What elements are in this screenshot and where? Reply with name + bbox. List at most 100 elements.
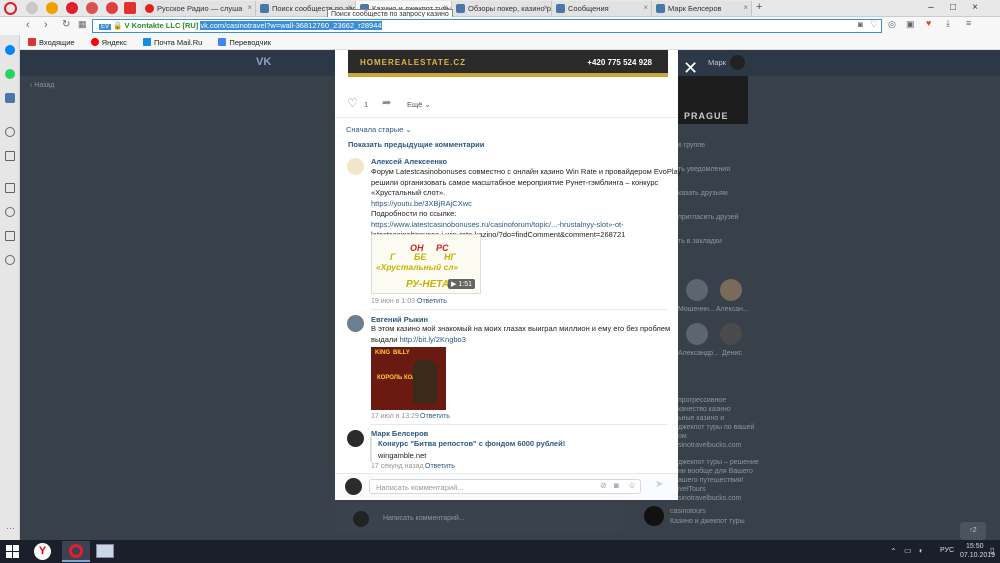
friend-name[interactable]: Мошеннн...: [678, 306, 715, 313]
comment-avatar[interactable]: [347, 158, 364, 175]
attach-icon[interactable]: ⊘: [600, 481, 607, 490]
tab-russkoe-radio[interactable]: Русское Радио — слуша ×: [141, 1, 256, 16]
opera-menu-icon[interactable]: [4, 2, 17, 15]
image-viewer-icon[interactable]: [96, 544, 114, 558]
shared-link-title[interactable]: Конкурс "Битва репостов" с фондом 6000 р…: [378, 439, 565, 448]
gift-icon[interactable]: ▣: [906, 19, 915, 30]
tab-close-icon[interactable]: ×: [247, 3, 252, 12]
bookmark-mailru[interactable]: Почта Mail.Ru: [142, 38, 202, 47]
friend-avatar[interactable]: [686, 323, 708, 345]
pinned-tab-icon[interactable]: [106, 2, 118, 14]
send-comment-icon[interactable]: ➤: [655, 479, 663, 490]
notifications-icon[interactable]: ▯: [990, 546, 994, 555]
group-menu-item[interactable]: в группе: [678, 134, 739, 158]
group-menu-item[interactable]: ть уведомления: [678, 158, 739, 182]
download-icon[interactable]: ⤓: [946, 18, 950, 29]
group-menu-item[interactable]: казать друзьям: [678, 182, 739, 206]
friend-avatar[interactable]: [720, 279, 742, 301]
bookmark-heart-icon[interactable]: ♡: [870, 19, 878, 30]
news-icon[interactable]: [5, 231, 15, 241]
close-modal-icon[interactable]: ✕: [683, 58, 698, 79]
bookmark-inbox[interactable]: Входящие: [28, 38, 75, 47]
group-menu-item[interactable]: пригласить друзей: [678, 206, 739, 230]
windows-start-icon[interactable]: [6, 545, 20, 558]
heart-outline-icon[interactable]: [5, 207, 15, 217]
vk-logo-icon[interactable]: VK: [256, 56, 271, 68]
comment-date[interactable]: 17 секунд назад: [371, 463, 424, 470]
scroll-up-button[interactable]: ↑2: [960, 522, 986, 540]
reply-button[interactable]: Ответить: [420, 413, 450, 420]
volume-icon[interactable]: ◖: [918, 546, 923, 555]
comment-avatar[interactable]: [347, 430, 364, 447]
group-menu-item[interactable]: ть в закладки: [678, 230, 739, 254]
video-attachment[interactable]: ОН РС Г БЕ НГ «Хрустальный сл» РУ-НЕТА ▶…: [371, 234, 481, 294]
comment-avatar[interactable]: [347, 315, 364, 332]
tab-mark-belserov[interactable]: Марк Белсеров ×: [652, 1, 752, 16]
tab-messages[interactable]: Сообщения ×: [552, 1, 652, 16]
like-icon[interactable]: ♡: [347, 96, 358, 110]
group-avatar[interactable]: [644, 506, 664, 526]
friend-avatar[interactable]: [720, 323, 742, 345]
bookmark-yandex[interactable]: Яндекс: [90, 38, 127, 47]
reload-icon[interactable]: ↻: [62, 19, 70, 30]
pinned-tab-icon[interactable]: [124, 2, 136, 14]
heart-icon[interactable]: ♥: [926, 18, 931, 28]
reply-button[interactable]: Ответить: [417, 298, 447, 305]
tab-close-icon[interactable]: ×: [543, 3, 548, 12]
vpn-icon[interactable]: ◎: [888, 19, 896, 30]
history-icon[interactable]: [5, 255, 15, 265]
speed-dial-icon[interactable]: ▦: [78, 19, 87, 30]
share-icon[interactable]: ➦: [382, 96, 391, 109]
language-indicator[interactable]: РУС: [940, 547, 954, 554]
comment-date[interactable]: 19 июн в 1:03: [371, 298, 415, 305]
close-window-icon[interactable]: ×: [964, 2, 986, 13]
youtube-link[interactable]: https://youtu.be/3XBjRAjCXwc: [371, 199, 681, 210]
header-avatar[interactable]: [730, 55, 745, 70]
group-name[interactable]: casinotours: [670, 508, 706, 515]
tab-poker-reviews[interactable]: Обзоры покер, казино р ×: [452, 1, 552, 16]
header-user-name[interactable]: Марк: [708, 58, 726, 67]
friend-name[interactable]: Алексан...: [716, 306, 749, 313]
friend-avatar[interactable]: [686, 279, 708, 301]
forum-link[interactable]: https://www.latestcasinobonuses.ru/casin…: [371, 220, 681, 231]
comment-author[interactable]: Алексей Алексеенко: [371, 157, 447, 166]
tray-chevron-icon[interactable]: ⌃: [890, 547, 897, 556]
yandex-browser-icon[interactable]: Y: [34, 543, 51, 560]
background-comment-placeholder[interactable]: Написать комментарий...: [383, 515, 465, 522]
search-icon[interactable]: [5, 127, 15, 137]
sort-toggle[interactable]: Сначала старые ⌄: [346, 125, 412, 134]
taskbar-opera[interactable]: [62, 541, 90, 562]
pinned-tab-icon[interactable]: [26, 2, 38, 14]
comment-author[interactable]: Евгений Рыкин: [371, 315, 428, 324]
emoji-icon[interactable]: ☺: [628, 481, 636, 490]
network-icon[interactable]: ▭: [904, 546, 912, 555]
settings-icon[interactable]: ≡: [966, 18, 971, 28]
forward-icon[interactable]: ›: [44, 19, 48, 31]
new-tab-button[interactable]: +: [756, 1, 762, 13]
whatsapp-icon[interactable]: [5, 69, 15, 79]
pinned-tab-icon[interactable]: [66, 2, 78, 14]
tab-close-icon[interactable]: ×: [743, 3, 748, 12]
friend-name[interactable]: Денис: [722, 350, 742, 357]
promo-image[interactable]: PRAGUE: [678, 76, 748, 124]
more-menu[interactable]: Ещё ⌄: [407, 100, 431, 109]
minimize-icon[interactable]: –: [920, 2, 942, 13]
url-text[interactable]: vk.com/casinotravel?w=wall-36812760_2366…: [200, 21, 382, 30]
camera-attach-icon[interactable]: ◙: [614, 481, 619, 490]
show-previous-comments[interactable]: Показать предыдущие комментарии: [348, 140, 484, 149]
friend-name[interactable]: Александр...: [678, 350, 719, 357]
send-icon[interactable]: [5, 151, 15, 161]
shared-link-card[interactable]: Конкурс "Битва репостов" с фондом 6000 р…: [370, 437, 565, 462]
post-banner-image[interactable]: HOMEREALESTATE.CZ +420 775 524 928: [348, 50, 668, 77]
site-identity[interactable]: V Kontakte LLC [RU]: [125, 21, 199, 30]
bitly-link[interactable]: http://bit.ly/2Kngbo3: [400, 335, 466, 344]
bookmark-translator[interactable]: Переводчик: [218, 38, 271, 47]
camera-icon[interactable]: ◙: [858, 20, 863, 29]
clock-time[interactable]: 15:50: [966, 543, 984, 550]
messenger-icon[interactable]: [5, 45, 15, 55]
photo-attachment[interactable]: KING BILLY КОРОЛЬ КОЛЕС: [371, 347, 446, 410]
address-input[interactable]: EV 🔒 V Kontakte LLC [RU] vk.com/casinotr…: [92, 19, 882, 33]
reply-button[interactable]: Ответить: [425, 463, 455, 470]
maximize-icon[interactable]: □: [942, 2, 964, 13]
vk-sidebar-icon[interactable]: [5, 93, 15, 103]
